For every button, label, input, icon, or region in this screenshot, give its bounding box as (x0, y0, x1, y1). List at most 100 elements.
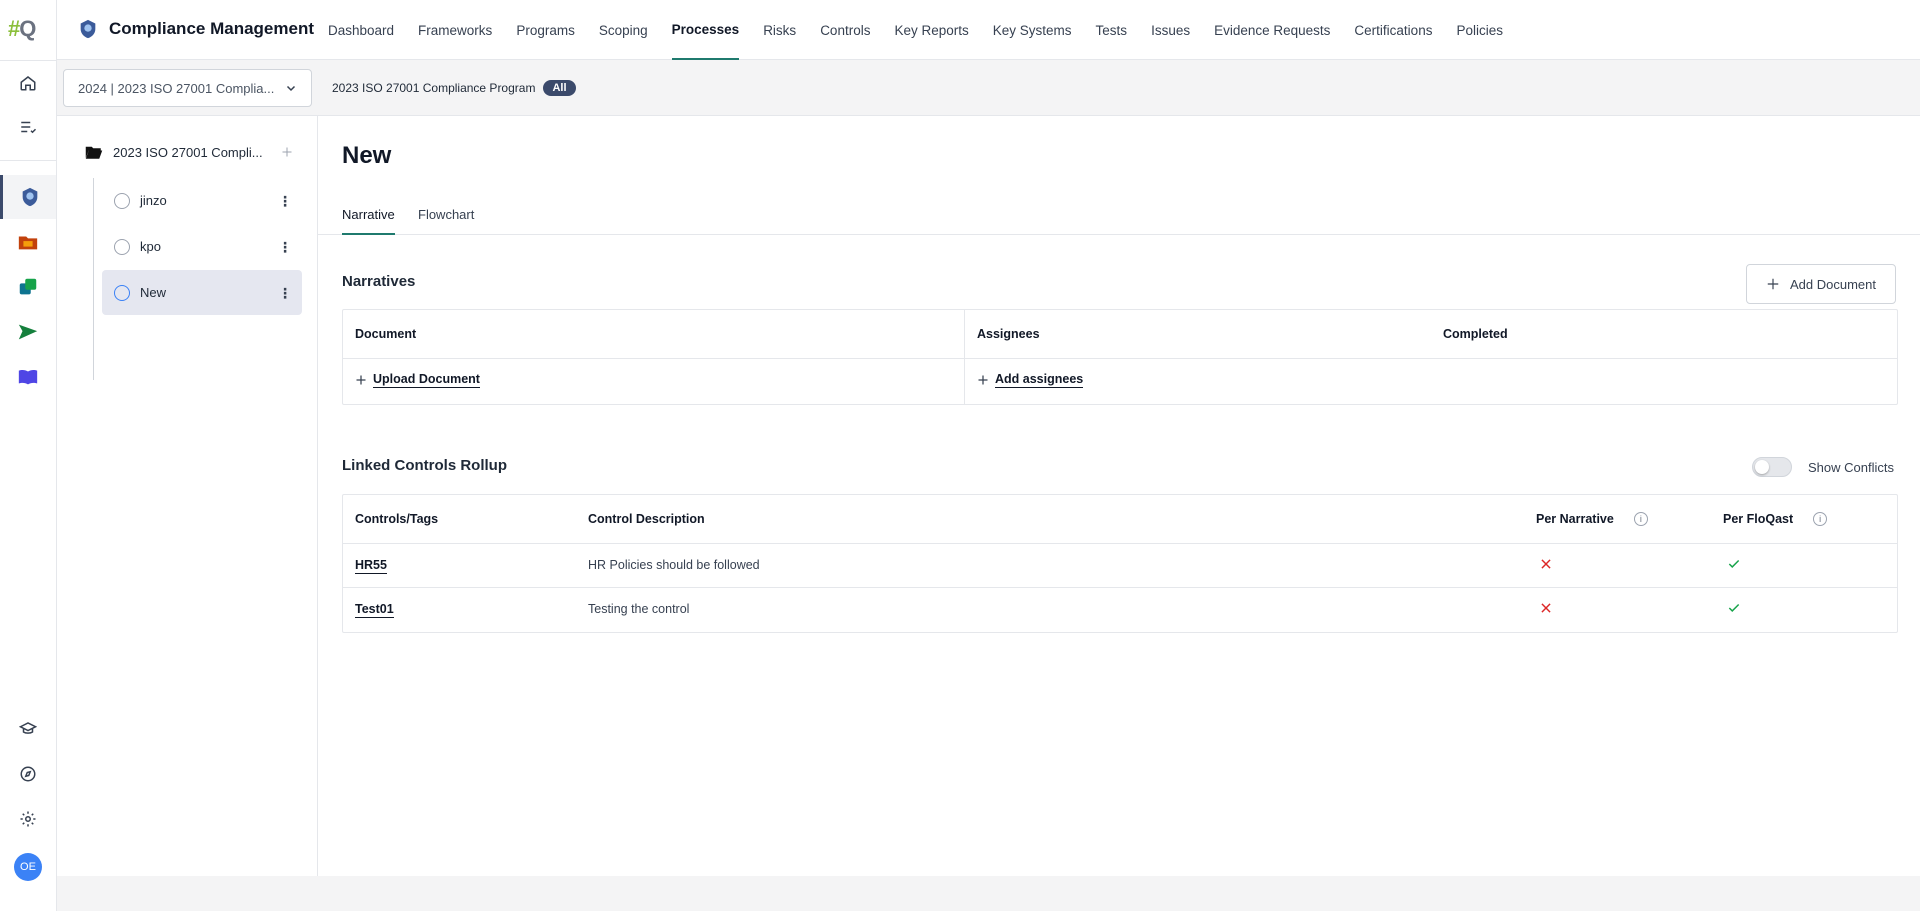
nav-programs[interactable]: Programs (516, 0, 575, 60)
narratives-table: Document Assignees Completed Upload Docu… (342, 309, 1898, 405)
nav-issues[interactable]: Issues (1151, 0, 1190, 60)
header-document: Document (355, 327, 417, 341)
compliance-badge-icon[interactable] (0, 175, 56, 219)
info-icon[interactable]: i (1633, 512, 1648, 526)
tab-narrative[interactable]: Narrative (342, 199, 395, 235)
nav-dashboard[interactable]: Dashboard (328, 0, 394, 60)
rail-divider (0, 160, 56, 161)
app-title: Compliance Management (77, 18, 314, 40)
info-icon[interactable]: i (1813, 512, 1828, 526)
program-breadcrumb: 2023 ISO 27001 Compliance Program All (332, 80, 576, 96)
toggle-knob (1755, 460, 1769, 474)
tree-item-jinzo[interactable]: jinzo ⋮ (102, 178, 302, 223)
add-assignees-link[interactable]: Add assignees (995, 372, 1084, 388)
status-circle-icon (114, 238, 130, 255)
top-bar: Compliance Management Dashboard Framewor… (57, 0, 1920, 60)
home-icon[interactable] (0, 61, 56, 105)
more-options-icon[interactable]: ⋮ (278, 194, 292, 208)
nav-evidence-requests[interactable]: Evidence Requests (1214, 0, 1330, 60)
compass-icon[interactable] (0, 752, 56, 796)
tree-item-label: jinzo (140, 193, 167, 208)
add-assignees-action[interactable]: Add assignees (977, 372, 1084, 388)
plus-icon (1767, 278, 1779, 290)
row-divider (343, 543, 1897, 544)
add-document-label: Add Document (1790, 276, 1876, 292)
footer-strip (57, 876, 1920, 911)
add-document-button[interactable]: Add Document (1746, 264, 1896, 304)
plus-icon (356, 375, 366, 385)
nav-risks[interactable]: Risks (763, 0, 796, 60)
header-per-narrative: Per Narrative i (1536, 512, 1648, 526)
user-avatar[interactable]: OE (14, 853, 42, 881)
nav-scoping[interactable]: Scoping (599, 0, 648, 60)
column-divider (964, 310, 965, 404)
gear-icon[interactable] (0, 797, 56, 841)
program-name: 2023 ISO 27001 Compliance Program (332, 81, 536, 95)
rollup-title: Linked Controls Rollup (342, 457, 507, 474)
more-options-icon[interactable]: ⋮ (278, 286, 292, 300)
nav-certifications[interactable]: Certifications (1354, 0, 1432, 60)
page-title: New (342, 142, 392, 169)
nav-controls[interactable]: Controls (820, 0, 870, 60)
header-assignees: Assignees (977, 327, 1040, 341)
row-divider (343, 587, 1897, 588)
row-divider (343, 358, 1897, 359)
header-controls-tags: Controls/Tags (355, 512, 439, 526)
show-conflicts-label: Show Conflicts (1808, 460, 1894, 475)
program-select-value: 2024 | 2023 ISO 27001 Complia... (78, 80, 275, 96)
check-icon (1726, 601, 1742, 618)
header-per-floqast-label: Per FloQast (1723, 512, 1794, 526)
add-icon[interactable] (281, 146, 293, 158)
filter-pill[interactable]: All (543, 80, 576, 96)
header-per-narrative-label: Per Narrative (1536, 512, 1614, 526)
rollup-table: Controls/Tags Control Description Per Na… (342, 494, 1898, 633)
tree-root[interactable]: 2023 ISO 27001 Compli... (85, 144, 293, 160)
show-conflicts-toggle[interactable] (1752, 457, 1792, 477)
app-title-text: Compliance Management (109, 19, 314, 38)
header-completed: Completed (1443, 327, 1508, 341)
more-options-icon[interactable]: ⋮ (278, 240, 292, 254)
main-nav: Dashboard Frameworks Programs Scoping Pr… (328, 0, 1527, 60)
tree-line (93, 178, 94, 380)
graduation-cap-icon[interactable] (0, 707, 56, 751)
checklist-icon[interactable] (0, 105, 56, 149)
cross-icon (1539, 601, 1553, 618)
check-icon (1726, 557, 1742, 574)
tree-item-kpo[interactable]: kpo ⋮ (102, 224, 302, 269)
nav-key-reports[interactable]: Key Reports (894, 0, 968, 60)
upload-document-action[interactable]: Upload Document (355, 372, 480, 388)
compliance-badge-icon (80, 19, 96, 39)
tree-item-label: kpo (140, 239, 161, 254)
tree-root-label: 2023 ISO 27001 Compli... (113, 144, 263, 160)
chevron-down-icon (286, 85, 296, 92)
narratives-title: Narratives (342, 273, 416, 290)
tree-item-new[interactable]: New ⋮ (102, 270, 302, 315)
floqast-logo[interactable]: #Q (8, 16, 36, 42)
folder-open-icon (85, 146, 103, 159)
header-per-floqast: Per FloQast i (1723, 512, 1828, 526)
header-control-description: Control Description (588, 512, 705, 526)
tab-flowchart[interactable]: Flowchart (418, 199, 474, 235)
status-circle-icon (114, 192, 130, 209)
folder-icon[interactable] (0, 220, 56, 264)
sync-icon[interactable] (0, 265, 56, 309)
main-content: New Narrative Flowchart Narratives Add D… (318, 116, 1920, 876)
nav-policies[interactable]: Policies (1456, 0, 1503, 60)
nav-frameworks[interactable]: Frameworks (418, 0, 492, 60)
table-row-control: Test01 (355, 602, 394, 618)
control-link[interactable]: Test01 (355, 602, 394, 618)
book-icon[interactable] (0, 355, 56, 399)
cross-icon (1539, 557, 1553, 574)
upload-document-link[interactable]: Upload Document (373, 372, 480, 388)
left-rail: #Q OE (0, 0, 57, 911)
plus-icon (978, 375, 988, 385)
nav-key-systems[interactable]: Key Systems (993, 0, 1072, 60)
nav-processes[interactable]: Processes (671, 0, 740, 60)
paper-plane-icon[interactable] (0, 310, 56, 354)
control-link[interactable]: HR55 (355, 558, 387, 574)
program-bar: 2024 | 2023 ISO 27001 Complia... 2023 IS… (57, 60, 1920, 116)
program-select[interactable]: 2024 | 2023 ISO 27001 Complia... (63, 69, 312, 107)
process-tree: 2023 ISO 27001 Compli... jinzo ⋮ kpo ⋮ N… (57, 116, 318, 876)
control-description: Testing the control (588, 602, 690, 616)
nav-tests[interactable]: Tests (1096, 0, 1128, 60)
